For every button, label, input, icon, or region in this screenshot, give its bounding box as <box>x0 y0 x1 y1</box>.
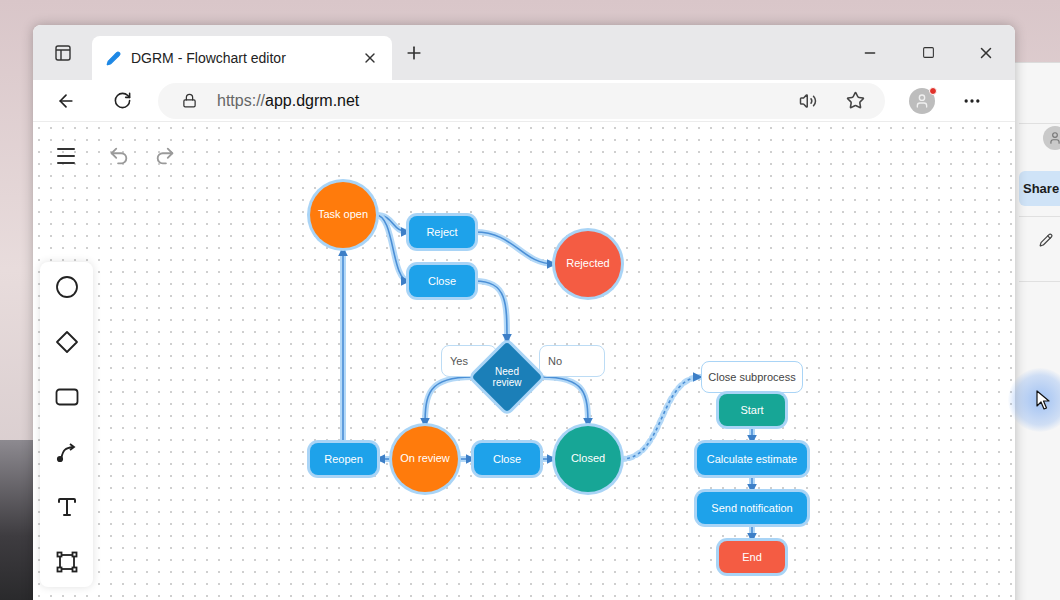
menu-icon[interactable] <box>54 144 78 168</box>
redo-icon[interactable] <box>154 145 176 167</box>
edge[interactable] <box>475 281 507 342</box>
connector-tool-icon[interactable] <box>55 440 79 464</box>
canvas-top-controls <box>54 144 176 168</box>
frame-tool-icon[interactable] <box>55 550 79 574</box>
state-node[interactable]: Rejected <box>555 231 621 297</box>
process-node[interactable]: Close <box>409 265 475 297</box>
side-avatar-icon[interactable] <box>1043 126 1060 150</box>
subprocess-frame[interactable]: Close subprocess <box>701 361 803 393</box>
process-node[interactable]: Send notification <box>697 492 807 524</box>
back-arrow-icon <box>56 91 76 111</box>
address-bar[interactable]: https://app.dgrm.net <box>158 83 885 119</box>
edge[interactable] <box>425 377 472 426</box>
process-node[interactable]: Start <box>719 394 785 426</box>
undo-icon[interactable] <box>108 145 130 167</box>
edge[interactable] <box>752 475 753 492</box>
tab-actions-icon[interactable] <box>33 25 92 80</box>
process-node[interactable]: Close <box>474 443 540 475</box>
diamond-tool-icon[interactable] <box>55 330 79 354</box>
edge[interactable] <box>621 377 701 459</box>
more-button[interactable] <box>957 91 987 111</box>
edge[interactable] <box>343 248 344 443</box>
edge[interactable] <box>475 232 555 264</box>
profile-button[interactable] <box>909 88 935 114</box>
close-icon <box>977 44 995 62</box>
edge[interactable] <box>458 459 474 460</box>
browser-tab[interactable]: DGRM - Flowchart editor <box>92 36 392 80</box>
canvas[interactable]: Task openRejectCloseRejectedYesNoNeed re… <box>33 122 1015 600</box>
refresh-button[interactable] <box>99 91 145 110</box>
state-node[interactable]: On review <box>392 426 458 492</box>
process-node[interactable]: Reopen <box>310 443 377 475</box>
favorite-star-icon[interactable] <box>846 91 865 110</box>
state-node[interactable]: Task open <box>310 182 376 248</box>
process-node[interactable]: Reject <box>409 216 475 248</box>
read-aloud-icon[interactable] <box>799 92 817 110</box>
more-icon <box>962 91 982 111</box>
side-window-divider <box>1019 123 1060 124</box>
plus-icon <box>404 43 424 63</box>
new-tab-button[interactable] <box>392 25 436 80</box>
tab-close-icon[interactable] <box>362 50 378 66</box>
browser-window: DGRM - Flowchart editor https://app.dgrm.… <box>33 25 1015 600</box>
edge[interactable] <box>377 459 392 460</box>
decision-node[interactable]: Need review <box>472 342 542 412</box>
minimize-button[interactable] <box>841 25 899 80</box>
back-button[interactable] <box>33 91 99 111</box>
rectangle-tool-icon[interactable] <box>55 385 79 409</box>
desktop: Share DGRM - Flowchart editor https://app.… <box>0 0 1060 600</box>
maximize-button[interactable] <box>899 25 957 80</box>
close-window-button[interactable] <box>957 25 1015 80</box>
maximize-icon <box>922 46 935 59</box>
url: https://app.dgrm.net <box>217 89 359 113</box>
favicon-pencil-icon <box>106 51 121 66</box>
notification-dot <box>929 87 937 95</box>
side-window-divider <box>1019 216 1060 217</box>
tab-bar-spacer <box>436 25 841 80</box>
profile-icon <box>914 93 930 109</box>
tab-bar: DGRM - Flowchart editor <box>33 25 1015 80</box>
text-tool-icon[interactable] <box>55 495 79 519</box>
edge[interactable] <box>540 459 555 460</box>
edge[interactable] <box>376 215 409 281</box>
decision-text: Need review <box>483 366 531 389</box>
edge[interactable] <box>376 215 409 232</box>
circle-tool-icon[interactable] <box>55 275 79 299</box>
lock-icon <box>182 93 197 108</box>
edge[interactable] <box>542 377 588 426</box>
state-node[interactable]: Closed <box>555 426 621 492</box>
edge-label[interactable]: No <box>539 345 605 377</box>
side-window-divider <box>1019 281 1060 282</box>
refresh-icon <box>113 91 132 110</box>
edge[interactable] <box>752 426 753 443</box>
side-pencil-icon[interactable] <box>1039 233 1053 247</box>
tab-title: DGRM - Flowchart editor <box>131 48 352 69</box>
shape-toolbar <box>40 262 93 587</box>
share-button[interactable]: Share <box>1019 171 1060 206</box>
address-row: https://app.dgrm.net <box>33 80 1015 122</box>
edge[interactable] <box>752 524 753 541</box>
minimize-icon <box>862 45 878 61</box>
process-node[interactable]: End <box>719 541 785 573</box>
process-node[interactable]: Calculate estimate <box>697 443 807 475</box>
mouse-cursor-icon <box>1036 390 1050 410</box>
